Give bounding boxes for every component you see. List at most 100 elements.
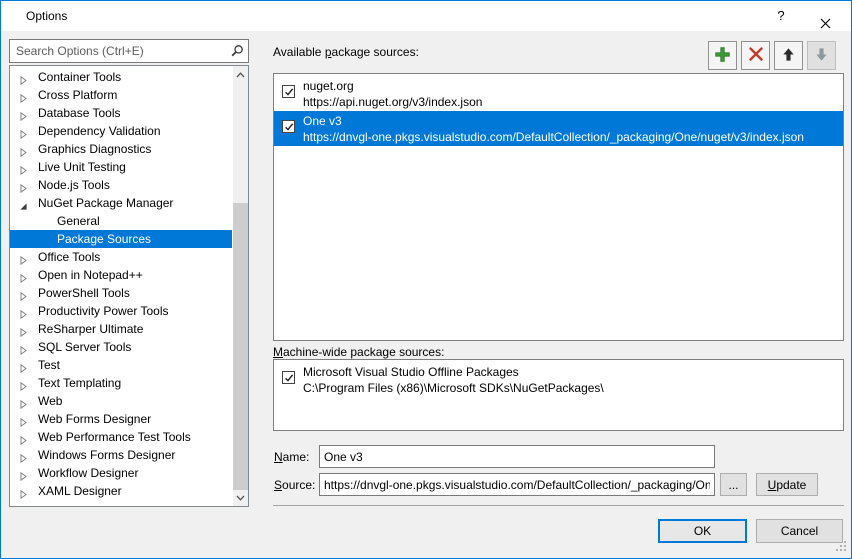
tree-item-resharper-ultimate[interactable]: ReSharper Ultimate	[10, 320, 232, 338]
tree-collapsed-icon[interactable]	[19, 324, 29, 334]
tree-collapsed-icon[interactable]	[19, 108, 29, 118]
tree-collapsed-icon[interactable]	[19, 432, 29, 442]
scroll-down-icon[interactable]	[233, 489, 248, 506]
scrollbar-thumb[interactable]	[233, 203, 248, 490]
search-box	[9, 39, 249, 63]
tree-item-cross-platform[interactable]: Cross Platform	[10, 86, 232, 104]
package-source-name: nuget.org	[303, 78, 839, 94]
checkbox-checked-icon[interactable]	[282, 120, 295, 133]
move-up-button[interactable]	[774, 41, 803, 70]
update-button[interactable]: Update	[756, 473, 818, 496]
tree-item-test[interactable]: Test	[10, 356, 232, 374]
tree-item-label: NuGet Package Manager	[38, 196, 173, 210]
remove-source-button[interactable]	[741, 41, 770, 70]
tree-item-office-tools[interactable]: Office Tools	[10, 248, 232, 266]
package-source-row-nuget-org[interactable]: nuget.orghttps://api.nuget.org/v3/index.…	[274, 76, 843, 111]
tree-collapsed-icon[interactable]	[19, 342, 29, 352]
tree-collapsed-icon[interactable]	[19, 378, 29, 388]
move-down-button[interactable]	[807, 41, 836, 70]
resize-grip-icon[interactable]	[835, 540, 847, 555]
source-input[interactable]	[319, 473, 715, 496]
tree-collapsed-icon[interactable]	[19, 396, 29, 406]
titlebar: Options ?	[1, 1, 851, 31]
search-icon[interactable]	[230, 44, 244, 61]
tree-item-database-tools[interactable]: Database Tools	[10, 104, 232, 122]
package-source-row-microsoft-visual-studio-offline-packages[interactable]: Microsoft Visual Studio Offline Packages…	[274, 362, 843, 397]
tree-item-label: Cross Platform	[38, 88, 117, 102]
tree-collapsed-icon[interactable]	[19, 486, 29, 496]
tree-item-label: Test	[38, 358, 60, 372]
tree-item-workflow-designer[interactable]: Workflow Designer	[10, 464, 232, 482]
source-label: Source:	[274, 478, 315, 492]
help-icon: ?	[777, 8, 784, 23]
tree-item-label: General	[57, 214, 100, 228]
tree-item-text-templating[interactable]: Text Templating	[10, 374, 232, 392]
search-input[interactable]	[9, 39, 249, 63]
close-button[interactable]	[807, 1, 843, 31]
tree-item-label: XAML Designer	[38, 484, 122, 498]
tree-collapsed-icon[interactable]	[19, 90, 29, 100]
available-sources-label: Available package sources:	[273, 45, 419, 59]
tree-item-productivity-power-tools[interactable]: Productivity Power Tools	[10, 302, 232, 320]
tree-item-windows-forms-designer[interactable]: Windows Forms Designer	[10, 446, 232, 464]
checkbox-checked-icon[interactable]	[282, 85, 295, 98]
tree-item-package-sources[interactable]: Package Sources	[10, 230, 232, 248]
tree-item-container-tools[interactable]: Container Tools	[10, 68, 232, 86]
tree-collapsed-icon[interactable]	[19, 270, 29, 280]
tree-item-dependency-validation[interactable]: Dependency Validation	[10, 122, 232, 140]
tree-collapsed-icon[interactable]	[19, 306, 29, 316]
tree-collapsed-icon[interactable]	[19, 252, 29, 262]
ok-button[interactable]: OK	[658, 519, 747, 543]
available-sources-list: nuget.orghttps://api.nuget.org/v3/index.…	[273, 73, 844, 341]
checkbox-checked-icon[interactable]	[282, 371, 295, 384]
tree-collapsed-icon[interactable]	[19, 450, 29, 460]
tree-item-live-unit-testing[interactable]: Live Unit Testing	[10, 158, 232, 176]
package-source-text: One v3https://dnvgl-one.pkgs.visualstudi…	[303, 113, 839, 145]
tree-item-label: Package Sources	[57, 232, 151, 246]
tree-collapsed-icon[interactable]	[19, 288, 29, 298]
move-up-icon	[781, 47, 796, 65]
tree-item-web-forms-designer[interactable]: Web Forms Designer	[10, 410, 232, 428]
tree-item-web-performance-test-tools[interactable]: Web Performance Test Tools	[10, 428, 232, 446]
tree-collapsed-icon[interactable]	[19, 72, 29, 82]
tree-collapsed-icon[interactable]	[19, 414, 29, 424]
tree-item-node-js-tools[interactable]: Node.js Tools	[10, 176, 232, 194]
package-source-row-one-v3[interactable]: One v3https://dnvgl-one.pkgs.visualstudi…	[274, 111, 843, 146]
tree-item-label: Windows Forms Designer	[38, 448, 175, 462]
tree-collapsed-icon[interactable]	[19, 360, 29, 370]
name-input[interactable]	[319, 445, 715, 468]
tree-collapsed-icon[interactable]	[19, 468, 29, 478]
package-source-name: Microsoft Visual Studio Offline Packages	[303, 364, 839, 380]
options-tree: Container Tools Cross Platform Database To…	[9, 65, 249, 507]
tree-collapsed-icon[interactable]	[19, 162, 29, 172]
tree-item-label: Container Tools	[38, 70, 121, 84]
cancel-button[interactable]: Cancel	[756, 519, 843, 543]
browse-button[interactable]: ...	[720, 473, 747, 496]
tree-item-open-in-notepad[interactable]: Open in Notepad++	[10, 266, 232, 284]
tree-collapsed-icon[interactable]	[19, 180, 29, 190]
tree-item-label: Workflow Designer	[38, 466, 138, 480]
package-source-url: C:\Program Files (x86)\Microsoft SDKs\Nu…	[303, 380, 839, 396]
tree-item-label: Live Unit Testing	[38, 160, 126, 174]
tree-expanded-icon[interactable]	[19, 198, 29, 208]
tree-item-graphics-diagnostics[interactable]: Graphics Diagnostics	[10, 140, 232, 158]
help-button[interactable]: ?	[763, 1, 799, 31]
tree-collapsed-icon[interactable]	[19, 126, 29, 136]
move-down-icon	[814, 47, 829, 65]
tree-item-web[interactable]: Web	[10, 392, 232, 410]
add-source-button[interactable]	[708, 41, 737, 70]
tree-item-xaml-designer[interactable]: XAML Designer	[10, 482, 232, 500]
tree-item-label: SQL Server Tools	[38, 340, 131, 354]
tree-item-general[interactable]: General	[10, 212, 232, 230]
tree-scrollbar[interactable]	[233, 66, 248, 506]
tree-collapsed-icon[interactable]	[19, 144, 29, 154]
tree-item-powershell-tools[interactable]: PowerShell Tools	[10, 284, 232, 302]
window-title: Options	[26, 9, 67, 23]
tree-spacer	[19, 234, 29, 244]
tree-item-label: Web Performance Test Tools	[38, 430, 191, 444]
tree-item-label: Web Forms Designer	[38, 412, 151, 426]
tree-item-label: Node.js Tools	[38, 178, 110, 192]
tree-item-sql-server-tools[interactable]: SQL Server Tools	[10, 338, 232, 356]
tree-item-nuget-package-manager[interactable]: NuGet Package Manager	[10, 194, 232, 212]
scroll-up-icon[interactable]	[233, 66, 248, 83]
